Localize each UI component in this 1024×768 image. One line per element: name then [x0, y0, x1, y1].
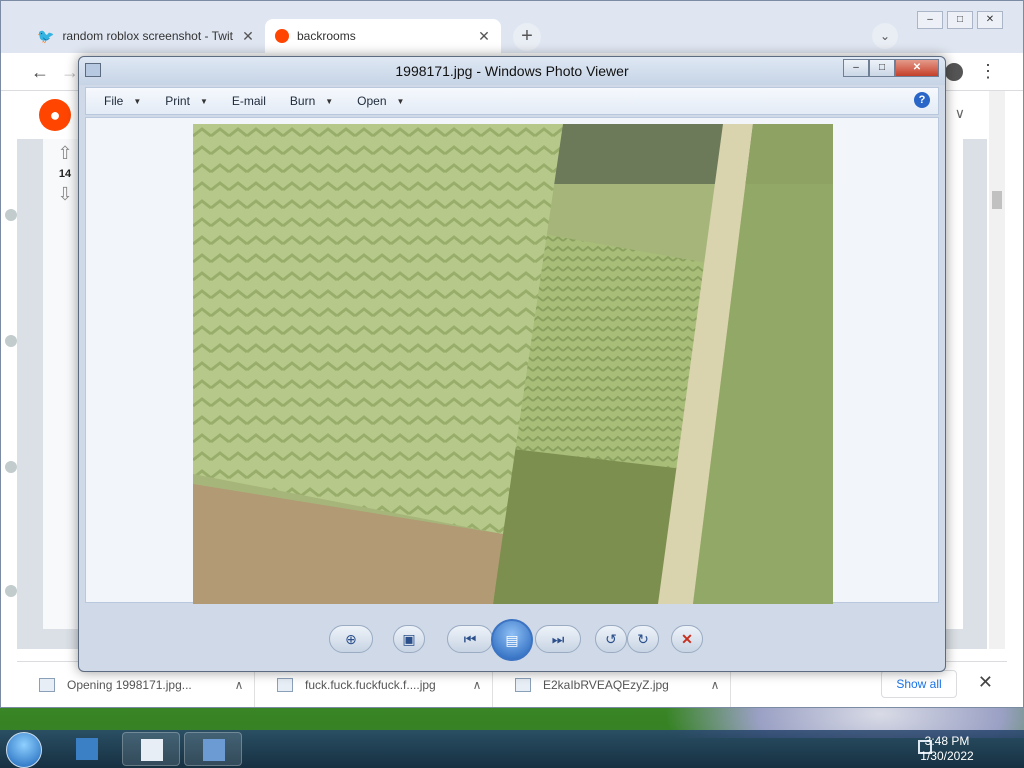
image-file-icon	[277, 677, 293, 692]
slideshow-icon[interactable]: ▤	[491, 619, 533, 661]
window-controls: – □ ✕	[843, 59, 939, 77]
menu-label: Open	[357, 94, 387, 108]
twitter-icon: 🐦	[37, 27, 55, 44]
tab-strip: 🐦 random roblox screenshot - Twit ✕ back…	[27, 19, 501, 53]
image-file-icon	[515, 677, 531, 692]
menu-label: Print	[165, 94, 190, 108]
minimize-button[interactable]: –	[917, 11, 943, 29]
scrollbar-thumb[interactable]	[992, 191, 1002, 209]
download-filename: fuck.fuck.fuckfuck.f....jpg	[305, 677, 436, 692]
backrooms-photo	[193, 124, 833, 604]
tab-twitter[interactable]: 🐦 random roblox screenshot - Twit ✕	[27, 19, 265, 53]
photo-viewer-titlebar: 1998171.jpg - Windows Photo Viewer – □ ✕	[79, 57, 945, 85]
chevron-up-icon[interactable]: ∧	[700, 678, 730, 692]
chevron-up-icon[interactable]: ∧	[224, 678, 254, 692]
chevron-up-icon[interactable]: ∧	[462, 678, 492, 692]
taskbar-explorer-button[interactable]	[122, 732, 180, 766]
tab-close-icon[interactable]: ✕	[477, 28, 491, 45]
taskbar: 3:48 PM 1/30/2022	[0, 730, 1024, 768]
close-button[interactable]: ✕	[977, 11, 1003, 29]
photo-viewer-controls: ⊕ ▣ ⏮ ▤ ⏭ ↺ ↻ ✕	[309, 619, 713, 661]
menu-print[interactable]: Print ▼	[165, 94, 208, 108]
dropdown-caret-icon: ▼	[199, 96, 208, 106]
browser-titlebar: 🐦 random roblox screenshot - Twit ✕ back…	[1, 1, 1023, 57]
maximize-button[interactable]: □	[947, 11, 973, 29]
menu-open[interactable]: Open ▼	[357, 94, 404, 108]
close-icon[interactable]: ✕	[978, 672, 993, 693]
back-arrow-icon[interactable]: ←	[29, 61, 51, 83]
photo-image	[193, 124, 833, 604]
help-icon[interactable]: ?	[914, 92, 930, 108]
window-controls: – □ ✕	[917, 11, 1003, 29]
page-scrollbar[interactable]	[989, 91, 1005, 649]
tab-title: backrooms	[297, 29, 356, 43]
dropdown-caret-icon: ▼	[325, 96, 334, 106]
actual-size-icon[interactable]: ▣	[393, 625, 425, 653]
delete-icon[interactable]: ✕	[671, 625, 703, 653]
downvote-icon[interactable]: ⇩	[57, 184, 72, 205]
start-button[interactable]	[6, 732, 42, 768]
next-icon[interactable]: ⏭	[535, 625, 581, 653]
clock-date: 1/30/2022	[920, 749, 974, 763]
show-all-button[interactable]: Show all	[881, 670, 957, 698]
chevron-down-icon[interactable]: ∨	[955, 105, 965, 122]
previous-icon[interactable]: ⏮	[447, 625, 493, 653]
tab-close-icon[interactable]: ✕	[241, 28, 255, 45]
new-tab-button[interactable]: +	[513, 23, 541, 51]
tab-backrooms[interactable]: backrooms ✕	[265, 19, 501, 53]
photo-viewer-icon	[203, 739, 225, 761]
reddit-logo-icon[interactable]: ●	[39, 99, 71, 131]
reddit-icon	[275, 29, 289, 43]
left-edge-decor	[1, 91, 17, 649]
system-clock[interactable]: 3:48 PM 1/30/2022	[910, 734, 984, 764]
profile-avatar[interactable]	[945, 63, 963, 81]
photo-viewer-menubar: File ▼ Print ▼ E-mail Burn ▼ Open ▼ ?	[85, 87, 939, 115]
rotate-left-icon[interactable]: ↺	[595, 625, 627, 653]
dropdown-caret-icon: ▼	[133, 96, 142, 106]
zoom-icon[interactable]: ⊕	[329, 625, 373, 653]
photo-viewer-window: 1998171.jpg - Windows Photo Viewer – □ ✕…	[78, 56, 946, 672]
tab-search-chevron-icon[interactable]: ⌄	[872, 23, 898, 49]
taskbar-virtualbox-button[interactable]	[58, 732, 116, 766]
menu-label: Burn	[289, 94, 316, 108]
taskbar-photo-viewer-button[interactable]	[184, 732, 242, 766]
maximize-button[interactable]: □	[869, 59, 895, 77]
photo-canvas	[85, 117, 939, 604]
menu-dots-icon[interactable]: ⋮	[979, 61, 997, 82]
rotate-right-icon[interactable]: ↻	[627, 625, 659, 653]
close-button[interactable]: ✕	[895, 59, 939, 77]
dropdown-caret-icon: ▼	[396, 96, 405, 106]
upvote-icon[interactable]: ⇧	[57, 143, 72, 164]
virtualbox-icon	[76, 738, 98, 760]
menu-burn[interactable]: Burn ▼	[290, 94, 333, 108]
image-file-icon	[39, 677, 55, 692]
menu-file[interactable]: File ▼	[104, 94, 141, 108]
file-icon	[141, 739, 163, 761]
menu-label: File	[104, 94, 124, 108]
download-filename: Opening 1998171.jpg...	[67, 677, 192, 692]
menu-label: E-mail	[231, 94, 266, 108]
menu-email[interactable]: E-mail	[232, 94, 266, 108]
download-filename: E2kaIbRVEAQEzyZ.jpg	[543, 677, 669, 692]
tab-title: random roblox screenshot - Twit	[62, 29, 233, 43]
window-title: 1998171.jpg - Windows Photo Viewer	[395, 63, 629, 79]
minimize-button[interactable]: –	[843, 59, 869, 77]
clock-time: 3:48 PM	[924, 734, 970, 748]
vote-count: 14	[58, 168, 72, 180]
